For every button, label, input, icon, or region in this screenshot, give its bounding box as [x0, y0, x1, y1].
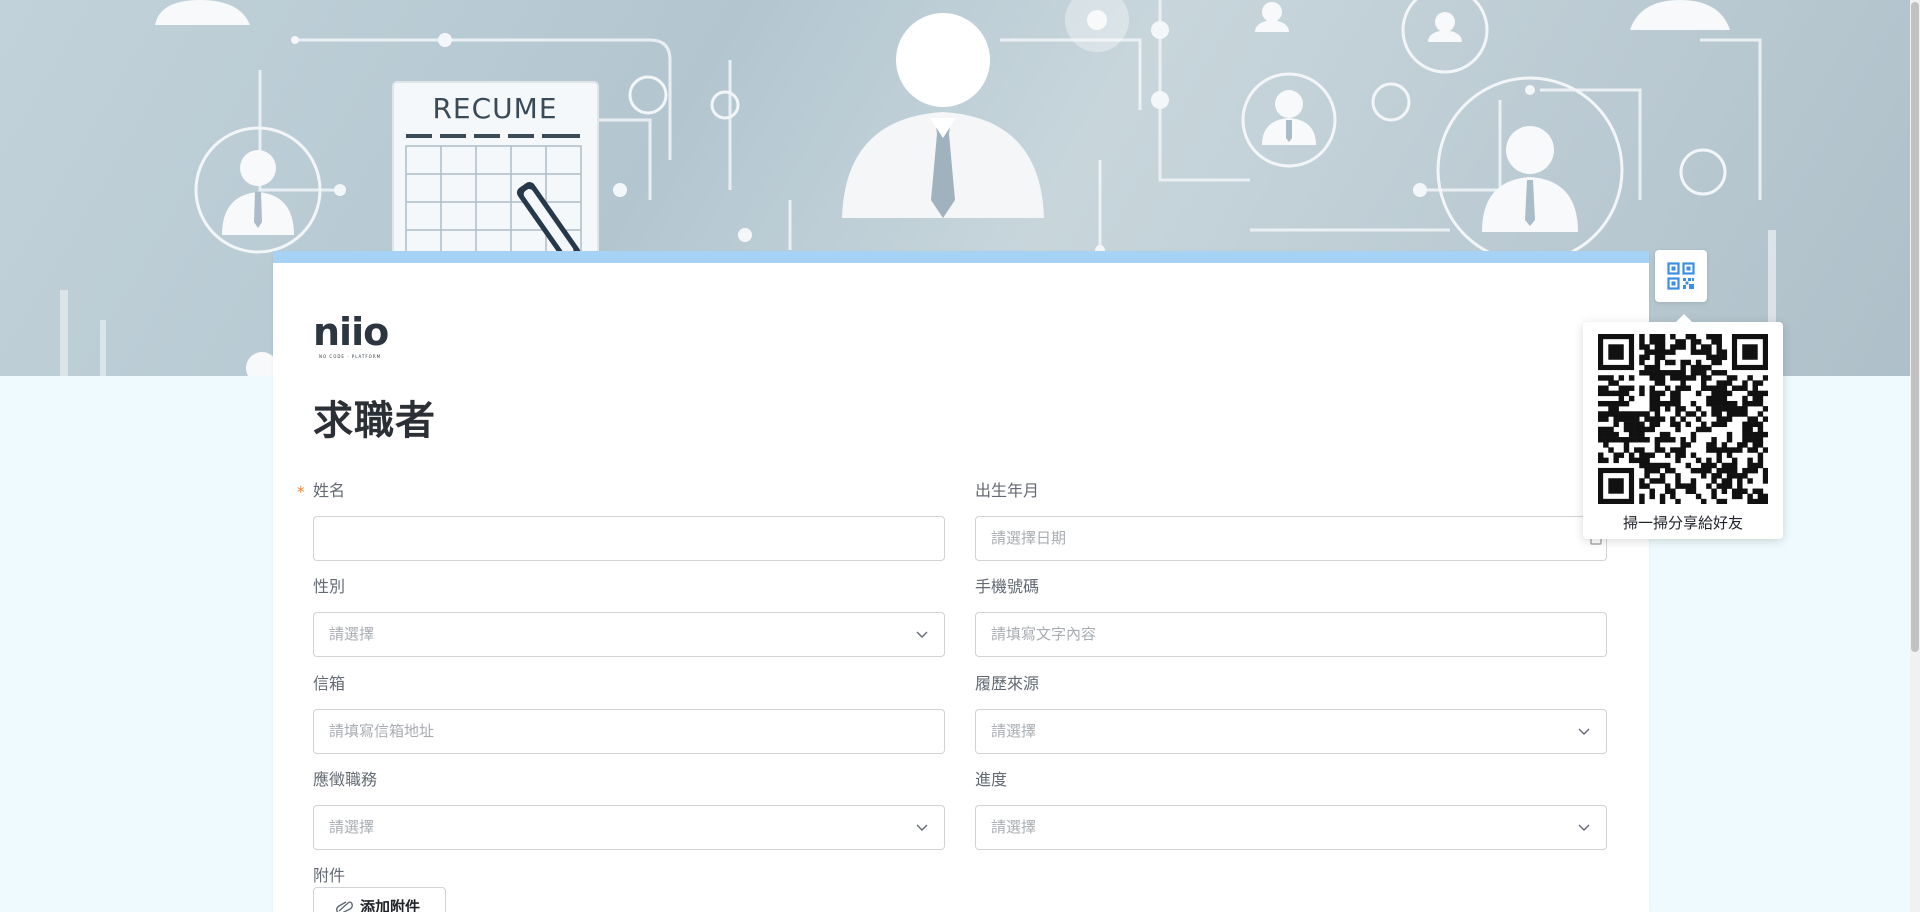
share-qr-code: [1598, 334, 1768, 504]
position-select[interactable]: 請選擇: [313, 805, 945, 850]
field-name-label: * 姓名: [297, 479, 945, 503]
niio-logo-mark: niio NO CODE · PLATFORM: [313, 310, 389, 359]
chevron-down-icon: [1578, 728, 1590, 735]
chevron-down-icon: [1578, 824, 1590, 831]
field-gender: 性別 請選擇: [313, 575, 945, 657]
chevron-down-icon: [916, 631, 928, 638]
brand-name: niio: [313, 310, 388, 354]
add-attachment-button[interactable]: 添加附件: [313, 887, 446, 912]
brand-tagline: NO CODE · PLATFORM: [319, 354, 381, 359]
qr-code-icon: [1667, 262, 1695, 290]
progress-select[interactable]: 請選擇: [975, 805, 1607, 850]
field-birth: 出生年月 請選擇日期: [975, 479, 1607, 561]
field-position: 應徵職務 請選擇: [313, 768, 945, 850]
field-birth-label: 出生年月: [975, 481, 1040, 500]
field-progress-label: 進度: [975, 770, 1008, 789]
field-attachment: 附件: [313, 864, 945, 888]
source-placeholder: 請選擇: [991, 722, 1037, 740]
resume-text: RECUME: [432, 92, 557, 125]
paperclip-icon: [336, 901, 353, 912]
field-attachment-label: 附件: [313, 866, 346, 885]
source-select[interactable]: 請選擇: [975, 709, 1607, 754]
field-phone-label: 手機號碼: [975, 577, 1040, 596]
form-title: 求職者: [313, 398, 436, 444]
field-email: 信箱 請填寫信箱地址: [313, 672, 945, 754]
field-gender-label: 性別: [313, 577, 346, 596]
field-progress: 進度 請選擇: [975, 768, 1607, 850]
field-source: 履歷來源 請選擇: [975, 672, 1607, 754]
birth-date-picker[interactable]: 請選擇日期: [975, 516, 1607, 561]
page-scrollbar[interactable]: [1910, 0, 1920, 912]
chevron-down-icon: [916, 824, 928, 831]
qr-share-caption: 掃一掃分享給好友: [1622, 514, 1743, 532]
field-source-label: 履歷來源: [975, 674, 1040, 693]
qr-share-button[interactable]: [1655, 250, 1707, 302]
position-placeholder: 請選擇: [329, 818, 375, 836]
field-email-label: 信箱: [313, 674, 346, 693]
phone-input[interactable]: 請填寫文字內容: [975, 612, 1607, 657]
email-input[interactable]: 請填寫信箱地址: [313, 709, 945, 754]
field-name-label-text: 姓名: [313, 481, 346, 500]
form-card: niio NO CODE · PLATFORM 求職者 * 姓名 出生年月 請選…: [273, 251, 1649, 912]
required-mark: *: [297, 483, 305, 501]
add-attachment-label: 添加附件: [360, 898, 421, 912]
qr-share-popover: 掃一掃分享給好友: [1583, 314, 1783, 539]
birth-date-placeholder: 請選擇日期: [991, 529, 1067, 547]
field-phone: 手機號碼 請填寫文字內容: [975, 575, 1607, 657]
name-input[interactable]: [313, 516, 945, 561]
gender-select[interactable]: 請選擇: [313, 612, 945, 657]
gender-placeholder: 請選擇: [329, 625, 375, 643]
progress-placeholder: 請選擇: [991, 818, 1037, 836]
niio-logo: niio NO CODE · PLATFORM: [313, 309, 393, 359]
field-position-label: 應徵職務: [313, 770, 378, 789]
scrollbar-thumb[interactable]: [1911, 2, 1919, 652]
field-name: * 姓名: [297, 479, 945, 561]
